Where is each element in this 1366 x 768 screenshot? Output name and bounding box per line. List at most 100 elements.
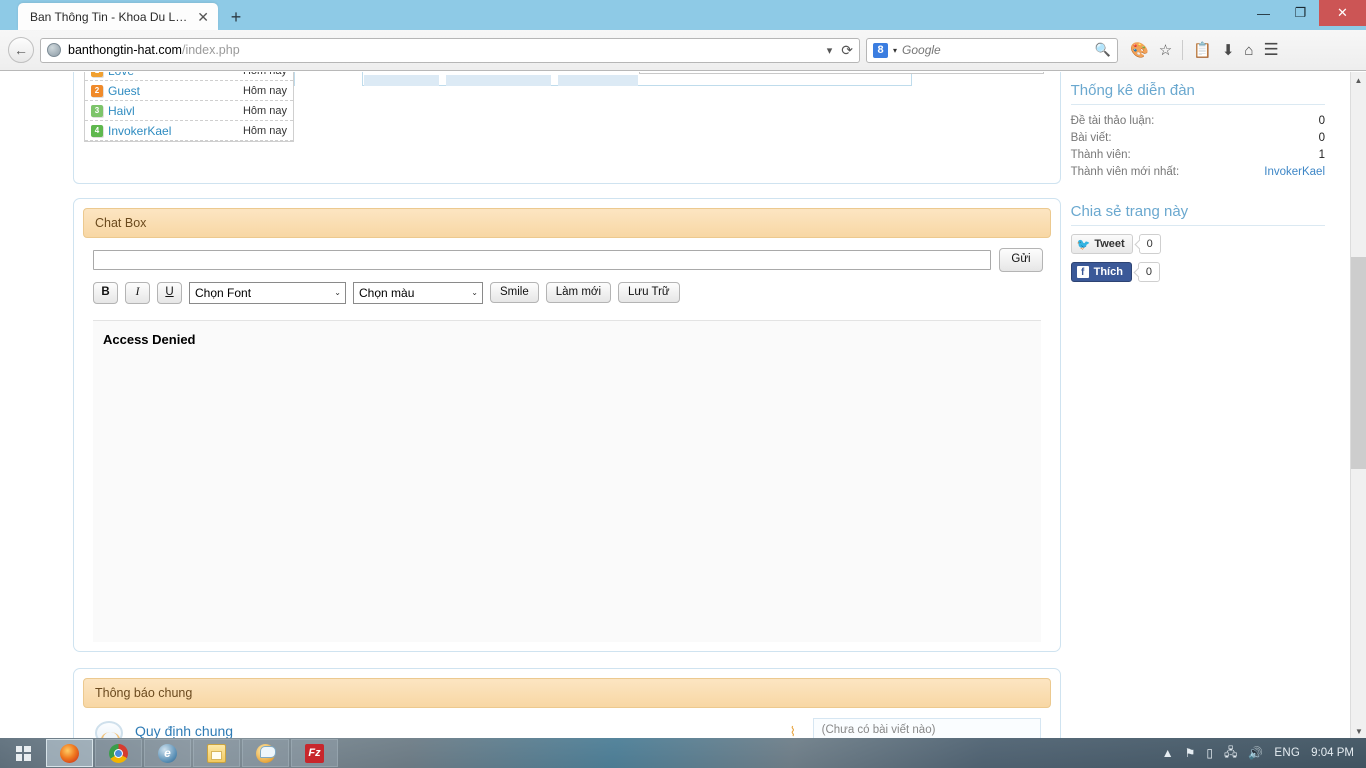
address-bar[interactable]: banthongtin-hat.com/index.php ▾ ⟳ xyxy=(40,37,860,63)
browser-window: Ban Thông Tin - Khoa Du Lịch ... ✕ + — ❐… xyxy=(0,0,1366,768)
taskbar-item-filezilla[interactable]: Fz xyxy=(291,739,338,767)
chevron-down-icon[interactable]: ▾ xyxy=(827,44,833,57)
home-icon[interactable]: ⌂ xyxy=(1244,42,1253,59)
newest-member-link[interactable]: InvokerKael xyxy=(1264,164,1325,181)
restore-button[interactable]: ❐ xyxy=(1282,0,1319,26)
announcement-link[interactable]: Quy định chung xyxy=(135,723,233,739)
bookmark-star-icon[interactable]: ☆ xyxy=(1159,41,1172,59)
page-body: 1 Love Hôm nay 2 Guest Hôm nay 3 xyxy=(0,72,1350,740)
chat-app-icon xyxy=(256,743,276,763)
announcement-panel: Thông báo chung Quy định chung ⌇ (Chưa c… xyxy=(73,667,1061,740)
user-name[interactable]: Love xyxy=(108,72,238,78)
forum-folder-icon xyxy=(93,719,123,740)
stat-row: Đề tài thảo luận: 0 xyxy=(1071,113,1325,130)
window-controls: — ❐ ✕ xyxy=(1245,0,1366,26)
font-select[interactable]: Chọn Font ⌄ xyxy=(189,281,346,304)
chat-box-title: Chat Box xyxy=(95,216,147,230)
scrolled-panel-fragment xyxy=(639,72,1044,74)
firefox-icon xyxy=(60,743,79,763)
rss-icon[interactable]: ⌇ xyxy=(790,724,804,739)
page-scrollbar[interactable]: ▲ ▼ xyxy=(1350,72,1366,740)
chevron-down-icon: ⌄ xyxy=(471,288,478,297)
online-users-list: 1 Love Hôm nay 2 Guest Hôm nay 3 xyxy=(84,72,294,142)
clock[interactable]: 9:04 PM xyxy=(1311,747,1354,759)
search-bar[interactable]: 8 ▾ Google 🔍 xyxy=(866,37,1118,63)
announcement-header: Thông báo chung xyxy=(83,677,1051,708)
list-item[interactable]: 4 InvokerKael Hôm nay xyxy=(85,121,293,141)
refresh-button[interactable]: Làm mới xyxy=(545,281,612,304)
taskbar-item-chatapp[interactable] xyxy=(242,739,289,767)
taskbar-item-firefox[interactable] xyxy=(46,739,93,767)
close-window-button[interactable]: ✕ xyxy=(1319,0,1366,26)
user-name[interactable]: InvokerKael xyxy=(108,124,238,138)
smile-button[interactable]: Smile xyxy=(490,281,539,304)
chat-message-area: Access Denied xyxy=(93,319,1041,642)
scroll-up-arrow-icon[interactable]: ▲ xyxy=(1351,72,1366,89)
list-item[interactable]: 3 Haivl Hôm nay xyxy=(85,101,293,121)
address-bar-actions: ▾ ⟳ xyxy=(827,42,853,59)
color-select[interactable]: Chọn màu ⌄ xyxy=(353,281,483,304)
new-tab-button[interactable]: + xyxy=(222,4,250,30)
menu-hamburger-icon[interactable]: ☰ xyxy=(1263,40,1278,60)
user-name[interactable]: Haivl xyxy=(108,104,238,118)
windows-logo-icon xyxy=(15,745,31,761)
announcement-row: Quy định chung ⌇ (Chưa có bài viết nào) xyxy=(83,708,1051,740)
bold-button[interactable]: B xyxy=(93,281,118,304)
navigation-toolbar: ← banthongtin-hat.com/index.php ▾ ⟳ 8 ▾ … xyxy=(0,30,1366,71)
google-icon: 8 xyxy=(873,42,888,58)
chat-box-panel: Chat Box Gửi B I U Chọn Font ⌄ Chọn màu … xyxy=(73,198,1061,652)
rank-badge-icon: 4 xyxy=(91,124,103,137)
list-item[interactable]: 1 Love Hôm nay xyxy=(85,72,293,81)
archive-button[interactable]: Lưu Trữ xyxy=(618,281,680,304)
twitter-bird-icon: 🐦 xyxy=(1076,238,1091,251)
user-name[interactable]: Guest xyxy=(108,84,238,98)
chat-controls: Gửi B I U Chọn Font ⌄ Chọn màu ⌄ Smile L… xyxy=(83,238,1051,310)
battery-icon[interactable]: ▯ xyxy=(1206,746,1213,760)
font-select-value: Chọn Font xyxy=(195,285,252,300)
start-button[interactable] xyxy=(0,738,46,768)
last-post-empty: (Chưa có bài viết nào) xyxy=(812,717,1041,740)
reload-icon[interactable]: ⟳ xyxy=(841,42,853,59)
taskbar-item-explorer[interactable] xyxy=(193,739,240,767)
network-icon[interactable]: 🖧 xyxy=(1224,743,1237,764)
stat-value: 1 xyxy=(1318,149,1325,161)
action-center-flag-icon[interactable]: ⚑ xyxy=(1185,746,1196,760)
user-time: Hôm nay xyxy=(242,104,287,117)
taskbar-item-ie[interactable] xyxy=(144,739,191,767)
close-tab-icon[interactable]: ✕ xyxy=(194,10,212,24)
back-button[interactable]: ← xyxy=(8,37,34,63)
search-icon[interactable]: 🔍 xyxy=(1095,42,1111,58)
search-input[interactable]: Google xyxy=(902,43,1090,57)
send-message-button[interactable]: Gửi xyxy=(999,248,1043,272)
main-column: 1 Love Hôm nay 2 Guest Hôm nay 3 xyxy=(73,72,1061,740)
underline-button[interactable]: U xyxy=(157,281,182,304)
browser-tab[interactable]: Ban Thông Tin - Khoa Du Lịch ... ✕ xyxy=(18,3,218,30)
reader-icon[interactable]: 📋 xyxy=(1193,41,1212,59)
pocket-icon[interactable]: 🎨 xyxy=(1130,41,1149,59)
share-block: Chia sẻ trang này 🐦 Tweet 0 f Thích 0 xyxy=(1070,203,1325,282)
search-engine-chevron-icon[interactable]: ▾ xyxy=(893,46,897,55)
minimize-button[interactable]: — xyxy=(1245,0,1282,26)
chat-format-toolbar: B I U Chọn Font ⌄ Chọn màu ⌄ Smile Làm m… xyxy=(93,281,1043,304)
page-viewport: 1 Love Hôm nay 2 Guest Hôm nay 3 xyxy=(0,72,1366,740)
chat-message-input[interactable] xyxy=(93,249,992,270)
filezilla-icon: Fz xyxy=(305,743,324,763)
scrolled-tab-fill-2 xyxy=(446,75,551,86)
stat-value: 0 xyxy=(1318,115,1325,127)
user-time: Hôm nay xyxy=(243,72,287,77)
system-tray: ▲ ⚑ ▯ 🖧 🔊 ENG 9:04 PM xyxy=(1162,743,1366,764)
tweet-button[interactable]: 🐦 Tweet xyxy=(1070,234,1133,254)
url-path: /index.php xyxy=(181,43,240,57)
stat-label: Bài viết: xyxy=(1070,132,1112,144)
scrollbar-thumb[interactable] xyxy=(1351,257,1366,469)
taskbar-item-chrome[interactable] xyxy=(95,739,142,767)
language-indicator[interactable]: ENG xyxy=(1274,747,1300,759)
italic-button[interactable]: I xyxy=(125,281,150,304)
download-icon[interactable]: ⬇ xyxy=(1222,41,1235,59)
stat-value: 0 xyxy=(1318,132,1325,144)
tray-expand-icon[interactable]: ▲ xyxy=(1162,746,1174,760)
list-item[interactable]: 2 Guest Hôm nay xyxy=(85,81,293,101)
page-content: 1 Love Hôm nay 2 Guest Hôm nay 3 xyxy=(25,72,1325,740)
facebook-like-button[interactable]: f Thích xyxy=(1070,262,1132,282)
volume-icon[interactable]: 🔊 xyxy=(1248,746,1263,760)
